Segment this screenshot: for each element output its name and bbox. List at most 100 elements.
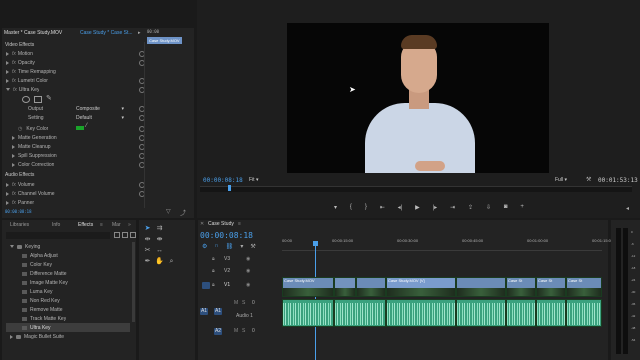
- nest-icon[interactable]: ⚙: [202, 243, 207, 250]
- mute-button[interactable]: M: [234, 328, 238, 334]
- expand-icon[interactable]: [10, 334, 13, 339]
- fx-icon[interactable]: fx: [12, 60, 16, 66]
- go-to-out-icon[interactable]: ⇥: [450, 204, 455, 213]
- rectangle-mask-icon[interactable]: [34, 96, 42, 103]
- mark-out-icon[interactable]: }: [365, 204, 367, 213]
- effect-controls-timecode[interactable]: 00:00:08:18: [5, 209, 32, 214]
- quality-dropdown[interactable]: Full ▾: [555, 177, 567, 183]
- fx-icon[interactable]: fx: [12, 200, 16, 206]
- ripple-edit-tool-icon[interactable]: ⇹: [143, 235, 152, 244]
- effects-search-input[interactable]: [6, 232, 110, 239]
- spill-suppression-row[interactable]: Spill Suppression: [12, 151, 57, 160]
- list-item[interactable]: Alpha Adjust: [22, 251, 58, 260]
- channel-volume-row[interactable]: fx Channel Volume: [6, 189, 55, 198]
- step-forward-icon[interactable]: |▸: [433, 204, 438, 213]
- audio-clip[interactable]: [386, 299, 456, 327]
- audio-clip[interactable]: [334, 299, 386, 327]
- tab-markers[interactable]: Mar: [112, 222, 121, 228]
- add-marker-icon[interactable]: ▾: [240, 243, 243, 250]
- audio-clip[interactable]: [536, 299, 566, 327]
- video-clip[interactable]: Case St: [566, 277, 602, 297]
- audio-clip[interactable]: [566, 299, 602, 327]
- list-item-selected[interactable]: Ultra Key: [6, 323, 130, 332]
- list-item[interactable]: Remove Matte: [22, 305, 63, 314]
- volume-row[interactable]: fx Volume: [6, 180, 35, 189]
- volume-value[interactable]: 0: [252, 300, 255, 306]
- lock-icon[interactable]: 🔒︎: [212, 268, 215, 274]
- audio-clip[interactable]: [456, 299, 506, 327]
- list-item[interactable]: Difference Matte: [22, 269, 67, 278]
- video-clip[interactable]: [356, 277, 386, 297]
- setting-dropdown[interactable]: Default ▾: [76, 115, 124, 121]
- track-a1-target[interactable]: A1: [214, 308, 222, 315]
- audio-clip[interactable]: [282, 299, 334, 327]
- tab-info[interactable]: Info: [52, 222, 60, 228]
- export-icon[interactable]: ⤴: [180, 208, 186, 217]
- tab-effects[interactable]: Effects: [78, 222, 93, 228]
- list-item[interactable]: Image Matte Key: [22, 278, 68, 287]
- panel-menu-icon[interactable]: ≡: [100, 222, 103, 228]
- zoom-tool-icon[interactable]: ⌕: [167, 257, 176, 266]
- eyedropper-icon[interactable]: ⁄: [86, 123, 87, 129]
- video-clip[interactable]: Case St: [506, 277, 536, 297]
- step-back-icon[interactable]: ◂|: [398, 204, 403, 213]
- program-scrub-bar[interactable]: [200, 186, 632, 192]
- source-patch-v1[interactable]: [202, 282, 210, 289]
- ellipse-mask-icon[interactable]: [22, 96, 30, 103]
- video-clip[interactable]: Case Study.MOV: [282, 277, 334, 297]
- expand-icon[interactable]: [6, 51, 9, 56]
- video-clip[interactable]: Case St: [536, 277, 566, 297]
- expand-icon[interactable]: [6, 69, 9, 74]
- expand-icon[interactable]: [6, 78, 9, 83]
- time-ruler[interactable]: 00:00 00:00:15:00 00:00:30:00 00:00:45:0…: [282, 232, 613, 251]
- 32bit-icon[interactable]: [122, 232, 128, 238]
- list-item[interactable]: Track Matte Key: [22, 314, 66, 323]
- sequence-tab[interactable]: Case Study: [208, 221, 234, 227]
- close-icon[interactable]: ✕: [200, 221, 204, 227]
- motion-row[interactable]: fx Motion: [6, 49, 33, 58]
- color-correction-row[interactable]: Color Correction: [12, 160, 54, 169]
- opacity-row[interactable]: fx Opacity: [6, 58, 35, 67]
- lumetri-row[interactable]: fx Lumetri Color: [6, 76, 48, 85]
- keying-folder[interactable]: Keying: [10, 242, 40, 251]
- yuv-icon[interactable]: [130, 232, 136, 238]
- more-tabs-icon[interactable]: »: [128, 222, 131, 228]
- lock-icon[interactable]: 🔒︎: [212, 282, 215, 288]
- time-remapping-row[interactable]: fx Time Remapping: [6, 67, 56, 76]
- mute-button[interactable]: M: [234, 300, 238, 306]
- key-color-swatch[interactable]: [76, 126, 84, 130]
- effects-scrollbar[interactable]: [132, 242, 135, 322]
- list-item[interactable]: Luma Key: [22, 287, 53, 296]
- expand-icon[interactable]: [12, 135, 15, 140]
- play-only-icon[interactable]: ▸: [138, 30, 141, 36]
- extract-icon[interactable]: ⇩: [486, 204, 491, 213]
- pen-tool-icon[interactable]: ✒: [143, 257, 152, 266]
- playhead-handle[interactable]: [313, 241, 318, 246]
- play-icon[interactable]: ▶: [415, 204, 420, 213]
- go-to-in-icon[interactable]: ⇤: [380, 204, 385, 213]
- razor-tool-icon[interactable]: ✂: [143, 246, 152, 255]
- expand-icon[interactable]: [6, 191, 9, 196]
- expand-icon[interactable]: [6, 60, 9, 65]
- add-marker-icon[interactable]: ▾: [334, 204, 337, 213]
- program-settings-icon[interactable]: ◂: [626, 205, 629, 212]
- track-select-tool-icon[interactable]: ⇉: [155, 224, 164, 233]
- pen-mask-icon[interactable]: ✎: [46, 94, 52, 102]
- tab-libraries[interactable]: Libraries: [10, 222, 29, 228]
- expand-icon[interactable]: [12, 144, 15, 149]
- list-item[interactable]: Non Red Key: [22, 296, 60, 305]
- video-clip[interactable]: [334, 277, 356, 297]
- fx-icon[interactable]: fx: [12, 51, 16, 57]
- clip-tab[interactable]: Case Study * Case St...: [80, 30, 133, 36]
- video-clip[interactable]: Case Study.MOV [V]: [386, 277, 456, 297]
- mini-clip[interactable]: Case Study.MOV: [147, 37, 182, 44]
- hand-tool-icon[interactable]: ✋: [155, 257, 164, 266]
- export-frame-icon[interactable]: ◙: [504, 204, 508, 213]
- collapse-icon[interactable]: [6, 88, 10, 91]
- list-item[interactable]: Color Key: [22, 260, 52, 269]
- button-editor-icon[interactable]: +: [520, 204, 524, 213]
- settings-icon[interactable]: ⚒: [250, 243, 255, 250]
- video-clip[interactable]: [456, 277, 506, 297]
- matte-generation-row[interactable]: Matte Generation: [12, 133, 57, 142]
- video-frame[interactable]: ➤: [287, 23, 549, 173]
